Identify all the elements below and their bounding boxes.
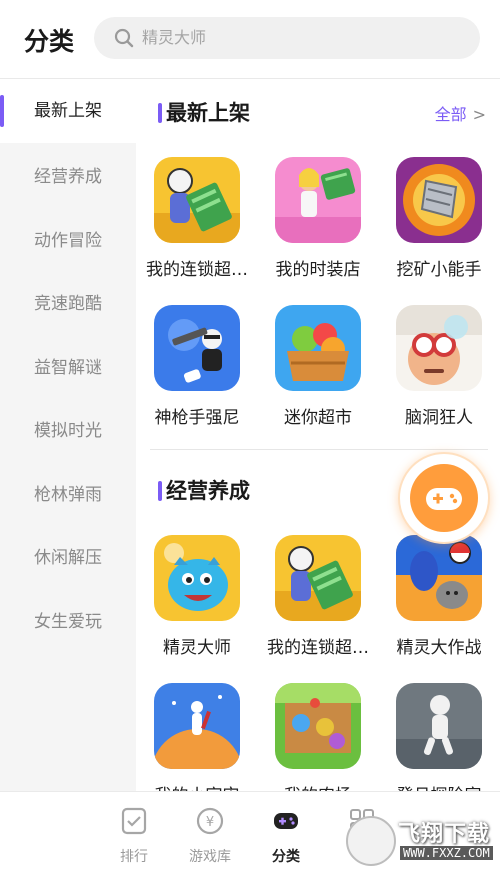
app-item[interactable]: 我的小宇宙 — [142, 683, 252, 791]
gamepad-icon — [274, 813, 298, 829]
app-name: 脑洞狂人 — [405, 408, 473, 428]
app-item[interactable]: 我的连锁超… — [263, 535, 373, 675]
mining-drill-icon — [396, 157, 482, 243]
section-divider — [150, 449, 488, 450]
app-item[interactable]: 我的农场 — [263, 683, 373, 791]
category-sidebar: 最新上架 经营养成 动作冒险 竞速跑酷 益智解谜 模拟时光 枪林弹雨 休闲解压 … — [0, 79, 136, 791]
watermark: 飞翔下载 WWW.FXXZ.COM — [346, 812, 496, 868]
sidebar-item-shooting[interactable]: 枪林弹雨 — [0, 463, 136, 527]
sidebar-item-label: 竞速跑酷 — [34, 294, 102, 314]
app-item[interactable]: 精灵大师 — [142, 535, 252, 675]
search-icon — [114, 28, 134, 48]
app-name: 我的小宇宙 — [142, 781, 252, 791]
pokeball-battle-icon — [396, 535, 482, 621]
tab-game-library[interactable]: ¥ 游戏库 — [175, 806, 245, 866]
view-all-link[interactable]: 全部 > — [435, 101, 486, 125]
search-input[interactable] — [142, 17, 462, 59]
app-item[interactable]: 精灵大作战 — [384, 535, 494, 675]
tab-label: 游戏库 — [189, 849, 231, 865]
tab-label: 分类 — [272, 849, 300, 865]
page-title: 分类 — [24, 27, 75, 56]
chain-supermarket-icon — [154, 157, 240, 243]
app-item[interactable]: 脑洞狂人 — [384, 305, 494, 445]
category-content: 最新上架 全部 > 我的连锁超… 我的时装店 挖矿小能手 神枪手强尼 迷你超市 … — [136, 79, 500, 791]
section-mark — [158, 481, 162, 501]
floating-game-button[interactable] — [398, 452, 490, 544]
app-name: 登月探险家 — [384, 781, 494, 791]
blue-dragon-icon — [154, 535, 240, 621]
sidebar-item-label: 益智解谜 — [34, 358, 102, 378]
sidebar-item-management[interactable]: 经营养成 — [0, 145, 136, 209]
app-name: 精灵大作战 — [396, 638, 482, 658]
search-bar[interactable] — [94, 17, 480, 59]
app-item[interactable]: 迷你超市 — [263, 305, 373, 445]
app-item[interactable]: 挖矿小能手 — [384, 157, 494, 297]
app-name: 神枪手强尼 — [154, 408, 240, 428]
sidebar-item-casual[interactable]: 休闲解压 — [0, 526, 136, 590]
app-name: 我的连锁超… — [267, 638, 369, 658]
gunner-johnny-icon — [154, 305, 240, 391]
watermark-logo-icon — [346, 816, 396, 866]
app-item[interactable]: 登月探险家 — [384, 683, 494, 791]
sidebar-item-label: 经营养成 — [34, 167, 102, 187]
app-item[interactable]: 神枪手强尼 — [142, 305, 252, 445]
sidebar-item-label: 动作冒险 — [34, 231, 102, 251]
sidebar-item-label: 女生爱玩 — [34, 612, 102, 632]
brain-puzzle-icon — [396, 305, 482, 391]
app-name: 我的时装店 — [275, 260, 361, 280]
tab-ranking[interactable]: 排行 — [99, 806, 169, 866]
top-header: 分类 — [0, 0, 500, 79]
sidebar-item-newest[interactable]: 最新上架 — [0, 79, 136, 143]
farm-icon — [275, 683, 361, 769]
view-all-label: 全部 — [434, 105, 467, 124]
fashion-store-icon — [275, 157, 361, 243]
section-header-newest: 最新上架 全部 > — [136, 93, 500, 133]
svg-text:¥: ¥ — [206, 815, 214, 830]
section-title: 最新上架 — [166, 101, 250, 125]
app-item[interactable]: 我的时装店 — [263, 157, 373, 297]
sidebar-item-puzzle[interactable]: 益智解谜 — [0, 336, 136, 400]
app-name: 挖矿小能手 — [396, 260, 482, 280]
sidebar-item-action[interactable]: 动作冒险 — [0, 209, 136, 273]
chain-supermarket-icon — [275, 535, 361, 621]
tab-category[interactable]: 分类 — [251, 806, 321, 866]
app-name: 我的连锁超… — [146, 260, 248, 280]
app-name: 我的农场 — [263, 781, 373, 791]
active-indicator — [0, 95, 4, 127]
app-item[interactable]: 我的连锁超… — [142, 157, 252, 297]
ranking-icon — [121, 807, 147, 835]
section-title: 经营养成 — [166, 479, 250, 503]
fruit-basket-icon — [275, 305, 361, 391]
app-name: 迷你超市 — [284, 408, 352, 428]
sidebar-item-simulation[interactable]: 模拟时光 — [0, 399, 136, 463]
gamepad-icon — [426, 488, 462, 510]
game-library-icon: ¥ — [196, 807, 224, 835]
sidebar-item-girls[interactable]: 女生爱玩 — [0, 590, 136, 654]
section-mark — [158, 103, 162, 123]
tab-label: 排行 — [120, 849, 148, 865]
sidebar-item-label: 最新上架 — [34, 101, 102, 121]
moon-explorer-icon — [396, 683, 482, 769]
chevron-right-icon: > — [472, 105, 486, 124]
sidebar-item-label: 枪林弹雨 — [34, 485, 102, 505]
fab-background — [410, 464, 478, 532]
tiny-planet-icon — [154, 683, 240, 769]
sidebar-item-racing[interactable]: 竞速跑酷 — [0, 272, 136, 336]
app-name: 精灵大师 — [163, 638, 231, 658]
watermark-url: WWW.FXXZ.COM — [400, 846, 493, 860]
sidebar-item-label: 模拟时光 — [34, 421, 102, 441]
watermark-brand: 飞翔下载 — [398, 822, 491, 847]
sidebar-item-label: 休闲解压 — [34, 548, 102, 568]
